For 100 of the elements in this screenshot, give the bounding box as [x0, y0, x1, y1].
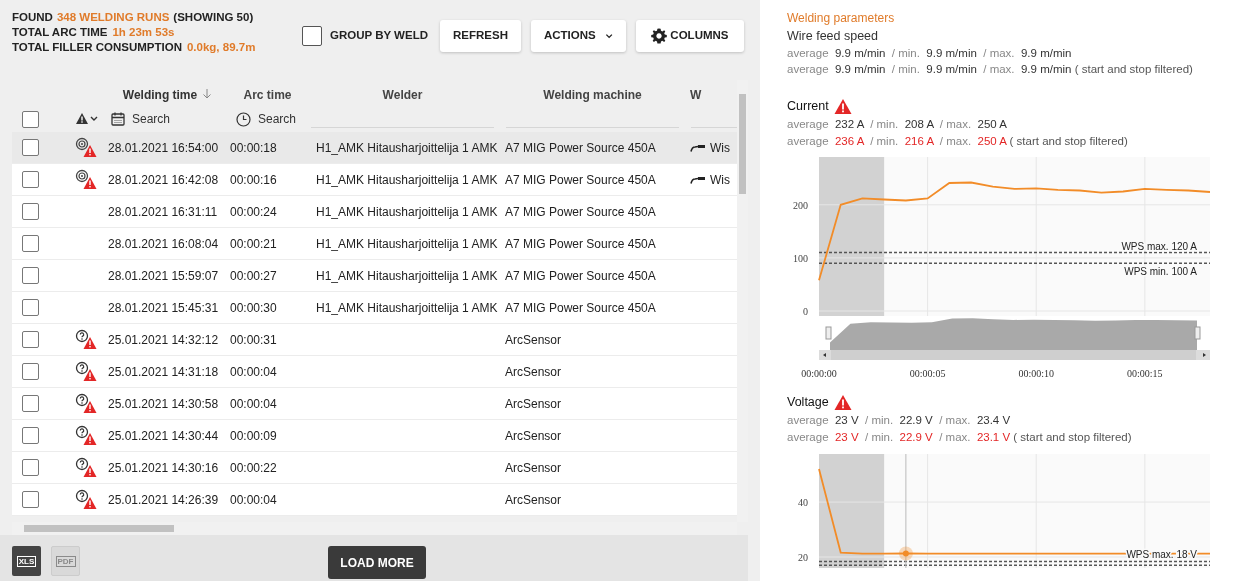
table-cell-text: A7 MIG Power Source 450A — [505, 203, 656, 221]
sort-arrow-icon[interactable] — [202, 87, 213, 100]
question-warning-icon — [75, 329, 97, 350]
table-cell-text: 00:00:09 — [230, 427, 277, 445]
gear-icon — [651, 28, 668, 44]
search-field[interactable]: Search — [258, 110, 306, 128]
question-warning-icon — [75, 457, 97, 478]
checkbox[interactable] — [22, 203, 39, 220]
checkbox[interactable] — [22, 363, 39, 380]
hover-point — [898, 546, 913, 561]
summary-value: 348 WELDING RUNS — [56, 10, 170, 25]
table-cell-text: 28.01.2021 16:42:08 — [108, 171, 219, 189]
table-cell-text: Wis — [710, 139, 730, 157]
question-warning-icon — [75, 425, 97, 446]
checkbox[interactable] — [22, 395, 39, 412]
table-cell-text: 00:00:24 — [230, 203, 277, 221]
checkbox[interactable] — [22, 235, 39, 252]
table-cell-text: H1_AMK Hitausharjoittelija 1 AMK — [316, 299, 498, 317]
welding-torch-icon — [690, 175, 706, 184]
x-tick-label: 00:00:00 — [801, 368, 837, 379]
y-tick-label: 100 — [793, 252, 808, 264]
summary-value: 0.0kg, 89.7m — [186, 40, 256, 55]
checkbox[interactable] — [22, 331, 39, 348]
table-cell-text: 00:00:04 — [230, 491, 277, 509]
export-button[interactable]: XLS — [12, 546, 41, 576]
column-header: Welding time — [122, 87, 198, 104]
table-cell-text: A7 MIG Power Source 450A — [505, 299, 656, 317]
summary-value: 1h 23m 53s — [112, 25, 175, 40]
table-cell-text: 25.01.2021 14:32:12 — [108, 331, 219, 349]
warning-filter-icon[interactable] — [75, 112, 99, 126]
table-cell-text: 25.01.2021 14:31:18 — [108, 363, 219, 381]
table-cell-text: 00:00:31 — [230, 331, 277, 349]
column-header: W — [690, 87, 702, 104]
summary-label: FOUND — [12, 10, 53, 25]
checkbox[interactable] — [22, 139, 39, 156]
table-cell-text: 00:00:27 — [230, 267, 277, 285]
table-cell-text: 00:00:16 — [230, 171, 277, 189]
table-cell-text: ArcSensor — [505, 491, 562, 509]
table-cell-text: A7 MIG Power Source 450A — [505, 139, 656, 157]
y-tick-label: 20 — [798, 552, 808, 563]
table-cell-text: H1_AMK Hitausharjoittelija 1 AMK — [316, 171, 498, 189]
threshold-label: WPS max. 120 A — [1121, 240, 1197, 252]
table-cell-text: 00:00:18 — [230, 139, 277, 157]
checkbox-label: GROUP BY WELD — [330, 28, 428, 44]
table-cell-text: 00:00:22 — [230, 459, 277, 477]
table-cell-text: ArcSensor — [505, 395, 562, 413]
statistics-line: average 236 A / min. 216 A / max. 250 A ( start and stop filtered) — [787, 134, 1129, 149]
column-header: Welding machine — [543, 87, 642, 104]
section-title: Current — [787, 98, 829, 115]
table-cell-text: H1_AMK Hitausharjoittelija 1 AMK — [316, 267, 498, 285]
navigator-drawing[interactable] — [819, 318, 1210, 360]
x-tick-label: 00:00:15 — [1127, 368, 1163, 379]
table-cell-text: A7 MIG Power Source 450A — [505, 171, 656, 189]
warning-icon — [833, 97, 852, 115]
load-more-button[interactable]: LOAD MORE — [328, 546, 426, 579]
statistics-line: average 23 V / min. 22.9 V / max. 23.1 V ( start and stop filtered) — [787, 430, 1133, 445]
statistics-line: average 9.9 m/min / min. 9.9 m/min / max. 9.9 m/min ( start and stop filtered) — [787, 62, 1194, 77]
table-cell-text: 00:00:30 — [230, 299, 277, 317]
statistics-line: average 23 V / min. 22.9 V / max. 23.4 V — [787, 413, 1012, 428]
panel-title: Welding parameters — [787, 10, 896, 27]
section-title: Wire feed speed — [787, 28, 879, 45]
section-title: Voltage — [787, 394, 829, 411]
welding-torch-icon — [690, 143, 706, 152]
x-tick-label: 00:00:05 — [909, 368, 946, 379]
calendar-icon — [111, 112, 125, 126]
question-warning-icon — [75, 489, 97, 510]
checkbox[interactable] — [22, 491, 39, 508]
search-field[interactable]: Search — [132, 110, 180, 128]
checkbox[interactable] — [22, 299, 39, 316]
actions-dropdown[interactable]: ACTIONS — [530, 20, 626, 52]
table-cell-text: 25.01.2021 14:30:58 — [108, 395, 219, 413]
table-cell-text: A7 MIG Power Source 450A — [505, 235, 656, 253]
column-header: Arc time — [243, 87, 292, 104]
checkbox[interactable] — [22, 459, 39, 476]
table-cell-text: 28.01.2021 16:31:11 — [108, 203, 218, 221]
chevron-down-icon — [604, 32, 613, 40]
checkbox[interactable] — [22, 427, 39, 444]
question-warning-icon — [75, 361, 97, 382]
checkbox[interactable] — [22, 267, 39, 284]
table-cell-text: 28.01.2021 15:59:07 — [108, 267, 219, 285]
table-cell-text: H1_AMK Hitausharjoittelija 1 AMK — [316, 235, 498, 253]
table-cell-text: 28.01.2021 16:08:04 — [108, 235, 219, 253]
table-cell-text: ArcSensor — [505, 363, 562, 381]
table-cell-text: 28.01.2021 15:45:31 — [108, 299, 219, 317]
summary-label: (SHOWING 50) — [173, 10, 254, 25]
table-cell-text: 25.01.2021 14:30:44 — [108, 427, 219, 445]
refresh-button[interactable]: REFRESH — [440, 20, 521, 52]
statistics-line: average 9.9 m/min / min. 9.9 m/min / max. 9.9 m/min — [787, 46, 1073, 61]
columns-button[interactable]: COLUMNS — [635, 20, 744, 52]
checkbox[interactable] — [22, 110, 39, 128]
checkbox[interactable] — [302, 26, 322, 46]
question-warning-icon — [75, 393, 97, 414]
table-cell-text: 00:00:04 — [230, 363, 277, 381]
threshold-label: WPS min. 100 A — [1124, 266, 1197, 278]
spool-warning-icon — [75, 169, 97, 190]
table-cell-text: 00:00:21 — [230, 235, 277, 253]
table-cell-text: H1_AMK Hitausharjoittelija 1 AMK — [316, 203, 498, 221]
table-cell-text: ArcSensor — [505, 459, 562, 477]
checkbox[interactable] — [22, 171, 39, 188]
table-cell-text: A7 MIG Power Source 450A — [505, 267, 656, 285]
